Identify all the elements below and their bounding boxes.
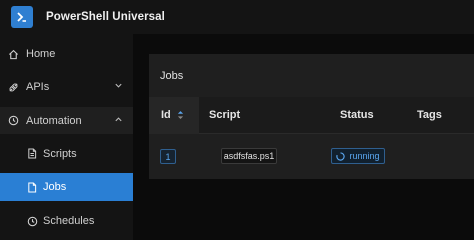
main-content: Jobs Id Script Status Tags 1 asdfsfas.ps… (133, 34, 474, 240)
powershell-logo-icon[interactable] (11, 6, 33, 28)
script-name-badge[interactable]: asdfsfas.ps1 (221, 148, 277, 164)
table-header: Id Script Status Tags (149, 97, 474, 134)
column-header-status[interactable]: Status (340, 109, 374, 121)
jobs-icon (27, 181, 37, 193)
sidebar-item-jobs[interactable]: Jobs (0, 173, 133, 201)
sidebar-item-label: Schedules (43, 215, 95, 227)
app-title: PowerShell Universal (46, 11, 165, 23)
api-icon (8, 82, 19, 93)
column-header-script[interactable]: Script (209, 109, 240, 121)
column-header-label: Id (161, 109, 171, 121)
script-file-icon (27, 148, 37, 159)
sidebar-item-scripts[interactable]: Scripts (0, 140, 133, 167)
sort-icon[interactable] (177, 110, 184, 120)
app-window: PowerShell Universal Home APIs Automatio… (0, 0, 474, 240)
clock-icon (27, 216, 38, 227)
chevron-up-icon (114, 115, 123, 127)
sidebar-item-label: Scripts (43, 147, 77, 160)
status-text: running (349, 151, 380, 161)
header: PowerShell Universal (0, 0, 474, 34)
table-row: 1 asdfsfas.ps1 running (149, 134, 474, 178)
sidebar-item-schedules[interactable]: Schedules (0, 207, 133, 235)
automation-icon (8, 115, 19, 126)
sidebar-item-label: APIs (26, 81, 50, 93)
status-badge: running (331, 148, 385, 164)
sidebar-item-automation[interactable]: Automation (0, 107, 133, 134)
chevron-down-icon (114, 81, 123, 93)
page-title: Jobs (160, 70, 184, 82)
column-header-tags[interactable]: Tags (417, 109, 442, 121)
column-header-id[interactable]: Id (161, 109, 184, 121)
job-id-link[interactable]: 1 (160, 149, 176, 164)
home-icon (8, 49, 19, 60)
sidebar: Home APIs Automation Scripts Jobs Schedu… (0, 34, 133, 240)
sidebar-item-label: Home (26, 48, 56, 60)
jobs-card: Jobs Id Script Status Tags 1 asdfsfas.ps… (149, 54, 474, 179)
sidebar-item-apis[interactable]: APIs (0, 74, 133, 100)
sidebar-item-label: Jobs (43, 181, 67, 193)
sidebar-item-label: Automation (26, 114, 82, 127)
sidebar-item-home[interactable]: Home (0, 41, 133, 67)
loading-spinner-icon (336, 151, 346, 161)
